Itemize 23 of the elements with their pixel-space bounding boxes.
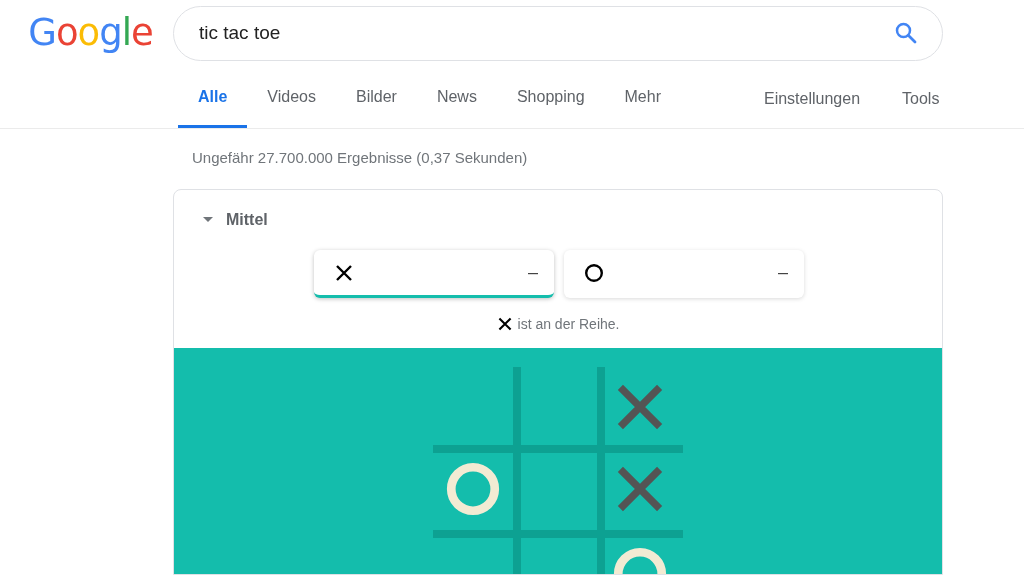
player-card[interactable]: – <box>564 250 804 298</box>
nav-link[interactable]: Einstellungen <box>743 66 882 128</box>
nav-link[interactable]: Tools <box>881 66 961 128</box>
player-score: – <box>528 261 538 284</box>
nav-tab[interactable]: Alle <box>178 66 248 128</box>
turn-status: ist an der Reihe. <box>517 314 620 334</box>
player-circle-icon <box>584 262 604 283</box>
nav-tab[interactable]: Mehr <box>604 66 681 128</box>
turn-x-icon <box>496 316 513 332</box>
player-score: – <box>778 261 788 284</box>
nav-tab[interactable]: Shopping <box>496 66 605 128</box>
board-circle-icon[interactable] <box>444 460 502 518</box>
caret-icon[interactable] <box>202 216 214 224</box>
nav-tab[interactable]: News <box>416 66 497 128</box>
difficulty-dropdown[interactable]: Mittel <box>226 208 268 232</box>
player-x-icon <box>334 262 354 283</box>
result-stats: Ungefähr 27.700.000 Ergebnisse (0,37 Sekunden) <box>191 148 529 168</box>
search-icon[interactable] <box>894 21 918 45</box>
player-card[interactable]: – <box>314 250 554 298</box>
nav-tab[interactable]: Videos <box>247 66 336 128</box>
search-query: tic tac toe <box>199 20 282 45</box>
nav-tab[interactable]: Bilder <box>336 66 417 128</box>
google-logo[interactable]: Google <box>28 5 153 61</box>
